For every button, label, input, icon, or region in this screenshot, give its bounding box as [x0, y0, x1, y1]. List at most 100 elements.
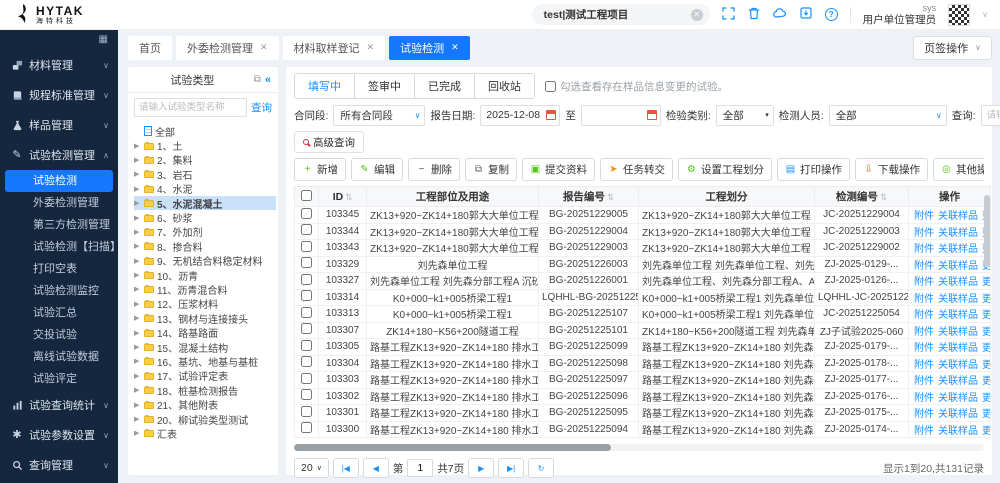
- close-tab-icon[interactable]: ✕: [367, 42, 375, 53]
- tree-item-10[interactable]: ▶11、沥青混合料: [134, 282, 276, 296]
- date-from-input[interactable]: 2025-12-08: [480, 105, 560, 126]
- tree-item-6[interactable]: ▶7、外加剂: [134, 225, 276, 239]
- date-to-input[interactable]: [581, 105, 661, 126]
- row-action-0[interactable]: 附件: [914, 426, 934, 437]
- user-menu-chevron-icon[interactable]: ∨: [982, 10, 988, 19]
- row-action-0[interactable]: 附件: [914, 261, 934, 272]
- caret-right-icon[interactable]: ▶: [134, 156, 141, 164]
- vertical-scrollbar[interactable]: [984, 195, 990, 267]
- tree-item-0[interactable]: ▶1、土: [134, 138, 276, 152]
- tree-item-12[interactable]: ▶13、钢材与连接接头: [134, 311, 276, 325]
- sidebar-group-6[interactable]: 查询管理∨: [0, 450, 118, 480]
- tree-search-input[interactable]: [134, 98, 247, 117]
- row-action-0[interactable]: 附件: [914, 376, 934, 387]
- avatar[interactable]: [948, 4, 970, 26]
- row-action-0[interactable]: 附件: [914, 244, 934, 255]
- tester-select[interactable]: 全部 ∨: [829, 105, 947, 126]
- sort-icon[interactable]: ⇅: [880, 192, 887, 202]
- row-checkbox[interactable]: [301, 340, 312, 351]
- row-action-0[interactable]: 附件: [914, 294, 934, 305]
- row-action-2[interactable]: 更多: [982, 409, 991, 420]
- sidebar-group-2[interactable]: 样品管理∨: [0, 110, 118, 140]
- page-size-select[interactable]: 20 ∨: [294, 458, 329, 478]
- caret-right-icon[interactable]: ▶: [134, 343, 141, 351]
- collapse-panel-icon[interactable]: «: [265, 74, 271, 86]
- tree-item-8[interactable]: ▶9、无机结合料稳定材料: [134, 254, 276, 268]
- row-checkbox[interactable]: [301, 208, 312, 219]
- tree-item-18[interactable]: ▶21、其他附表: [134, 397, 276, 411]
- row-action-1[interactable]: 关联样品: [938, 343, 978, 354]
- caret-right-icon[interactable]: ▶: [134, 429, 141, 437]
- row-action-1[interactable]: 关联样品: [938, 426, 978, 437]
- contract-select[interactable]: 所有合同段 ∨: [333, 105, 425, 126]
- toolbar-button-6[interactable]: ⚙设置工程划分: [678, 158, 772, 181]
- help-icon[interactable]: ?: [825, 8, 838, 21]
- caret-right-icon[interactable]: ▶: [134, 142, 141, 150]
- column-header-1[interactable]: 工程部位及用途: [367, 187, 539, 207]
- toolbar-button-0[interactable]: +新增: [294, 158, 346, 181]
- row-action-2[interactable]: 更多: [982, 376, 991, 387]
- row-checkbox[interactable]: [301, 307, 312, 318]
- status-tab-2[interactable]: 已完成: [415, 74, 475, 98]
- sidebar-subitem-6[interactable]: 试验汇总: [0, 302, 118, 324]
- sidebar-subitem-7[interactable]: 交投试验: [0, 324, 118, 346]
- row-action-2[interactable]: 更多: [982, 327, 991, 338]
- row-action-1[interactable]: 关联样品: [938, 409, 978, 420]
- caret-right-icon[interactable]: ▶: [134, 401, 141, 409]
- row-action-1[interactable]: 关联样品: [938, 261, 978, 272]
- row-action-2[interactable]: 更多: [982, 277, 991, 288]
- column-header-0[interactable]: ID⇅: [319, 187, 367, 207]
- horizontal-scrollbar[interactable]: [294, 444, 984, 451]
- status-tab-3[interactable]: 回收站: [475, 74, 534, 98]
- tab-1[interactable]: 外委检测管理✕: [176, 36, 279, 60]
- tree-item-15[interactable]: ▶16、基坑、地基与基桩: [134, 354, 276, 368]
- caret-right-icon[interactable]: ▶: [134, 242, 141, 250]
- trash-icon[interactable]: [748, 7, 760, 23]
- row-action-1[interactable]: 关联样品: [938, 244, 978, 255]
- project-selector[interactable]: test|测试工程项目 ✕: [532, 4, 710, 25]
- row-action-2[interactable]: 更多: [982, 310, 991, 321]
- row-action-1[interactable]: 关联样品: [938, 228, 978, 239]
- row-action-1[interactable]: 关联样品: [938, 376, 978, 387]
- status-tab-1[interactable]: 签审中: [355, 74, 415, 98]
- clear-project-icon[interactable]: ✕: [691, 9, 703, 21]
- tree-item-19[interactable]: ▶20、柳试验类型测试: [134, 412, 276, 426]
- row-action-0[interactable]: 附件: [914, 211, 934, 222]
- sidebar-subitem-2[interactable]: 第三方检测管理: [0, 214, 118, 236]
- tree-item-5[interactable]: ▶6、砂浆: [134, 210, 276, 224]
- caret-right-icon[interactable]: ▶: [134, 329, 141, 337]
- column-header-4[interactable]: 检测编号⇅: [815, 187, 909, 207]
- row-action-1[interactable]: 关联样品: [938, 327, 978, 338]
- sidebar-subitem-4[interactable]: 打印空表: [0, 258, 118, 280]
- caret-right-icon[interactable]: ▶: [134, 357, 141, 365]
- next-page-button[interactable]: ▶: [468, 458, 494, 478]
- row-checkbox[interactable]: [301, 241, 312, 252]
- row-action-2[interactable]: 更多: [982, 393, 991, 404]
- row-checkbox[interactable]: [301, 290, 312, 301]
- caret-right-icon[interactable]: ▶: [134, 199, 141, 207]
- status-tab-0[interactable]: 填写中: [295, 74, 355, 98]
- tree-item-17[interactable]: ▶18、桩基检测报告: [134, 383, 276, 397]
- tree-item-11[interactable]: ▶12、压浆材料: [134, 297, 276, 311]
- row-checkbox[interactable]: [301, 257, 312, 268]
- tab-actions-button[interactable]: 页签操作 ∨: [913, 36, 992, 60]
- toolbar-button-7[interactable]: ▤打印操作: [777, 158, 850, 181]
- caret-right-icon[interactable]: ▶: [134, 372, 141, 380]
- first-page-button[interactable]: |◀: [333, 458, 359, 478]
- caret-right-icon[interactable]: ▶: [134, 314, 141, 322]
- caret-right-icon[interactable]: ▶: [134, 257, 141, 265]
- sort-icon[interactable]: ⇅: [345, 192, 352, 202]
- sidebar-group-1[interactable]: 规程标准管理∨: [0, 80, 118, 110]
- tree-search-button[interactable]: 查询: [251, 100, 272, 115]
- refresh-button[interactable]: ↻: [528, 458, 554, 478]
- tab-0[interactable]: 首页: [128, 36, 172, 60]
- sample-change-filter[interactable]: 勾选查看存在样品信息变更的试验。: [545, 79, 728, 94]
- row-action-2[interactable]: 更多: [982, 343, 991, 354]
- row-action-0[interactable]: 附件: [914, 327, 934, 338]
- caret-right-icon[interactable]: ▶: [134, 271, 141, 279]
- row-checkbox[interactable]: [301, 224, 312, 235]
- column-header-3[interactable]: 工程划分: [639, 187, 815, 207]
- sidebar-group-5[interactable]: ✱试验参数设置∨: [0, 420, 118, 450]
- caret-right-icon[interactable]: ▶: [134, 300, 141, 308]
- tree-item-13[interactable]: ▶14、路基路面: [134, 325, 276, 339]
